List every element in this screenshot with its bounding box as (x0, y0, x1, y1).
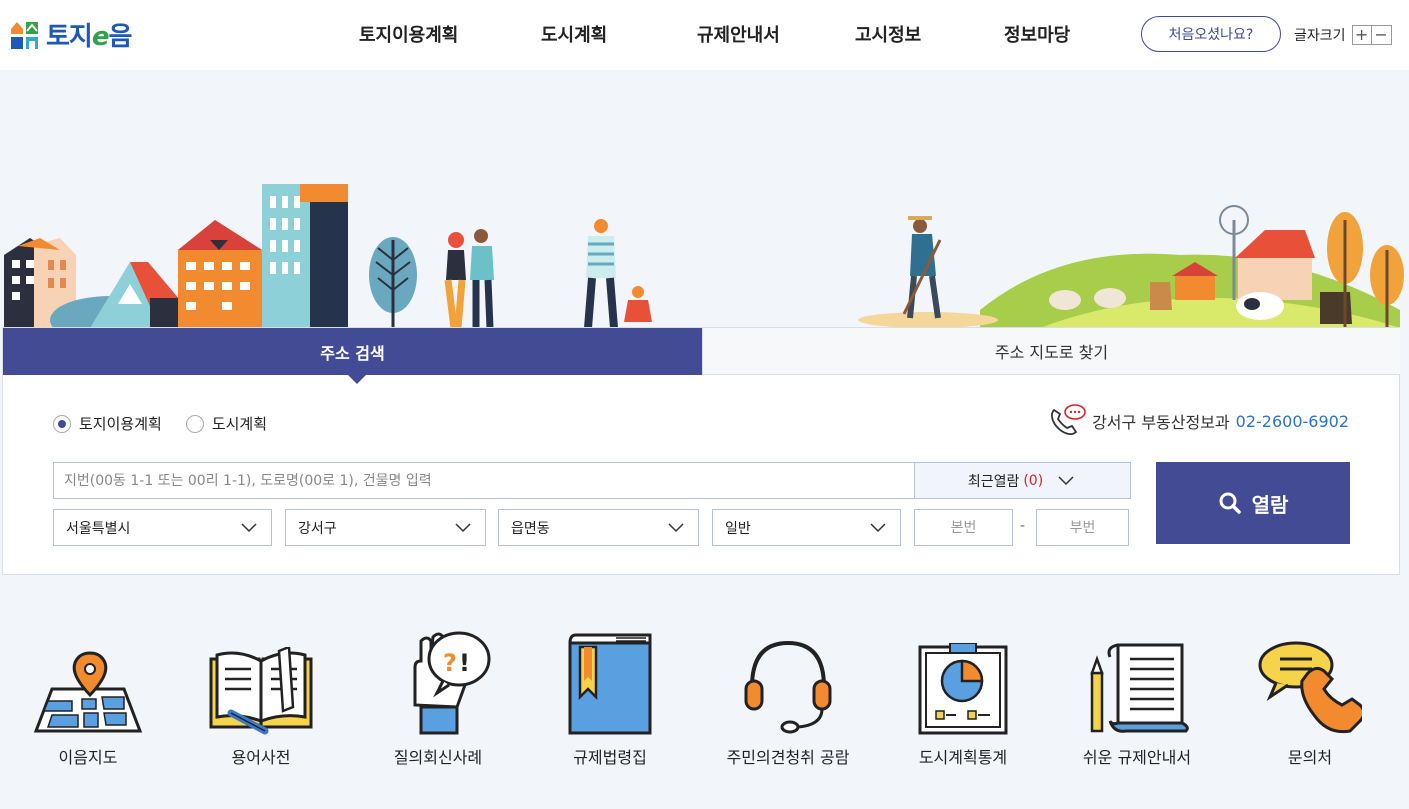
recent-views-count: (0) (1023, 472, 1044, 489)
phone-speech-icon (1258, 641, 1362, 734)
tab-address-search[interactable]: 주소 검색 (3, 328, 702, 375)
site-logo[interactable]: 토지e음 (10, 16, 132, 53)
quick-menu-label: 질의회신사례 (393, 748, 483, 767)
view-button[interactable]: 열람 (1156, 462, 1350, 544)
main-lot-number-input[interactable] (914, 509, 1013, 546)
document-scroll-icon (1090, 643, 1189, 733)
view-button-label: 열람 (1251, 492, 1289, 517)
svg-text:?: ? (443, 649, 457, 677)
phone-call-icon (1051, 404, 1086, 435)
quick-menu-label: 쉬운 규제안내서 (1082, 748, 1192, 767)
sigungu-select[interactable]: 강서구 (285, 509, 486, 546)
quick-menu-label: 이음지도 (58, 748, 118, 767)
chevron-down-icon (870, 522, 886, 532)
quick-menu-item-contact[interactable]: 문의처 (1235, 627, 1385, 768)
radio-urban-plan-label[interactable]: 도시계획 (212, 413, 267, 434)
quick-menu-item-urban-stats[interactable]: 도시계획통계 (888, 627, 1038, 768)
chevron-down-icon (241, 522, 257, 532)
dong-select[interactable]: 읍면동 (498, 509, 699, 546)
quick-menu-item-easy-guide[interactable]: 쉬운 규제안내서 (1062, 627, 1212, 768)
recent-views-label: 최근열람 (967, 473, 1020, 490)
headset-icon (744, 640, 832, 734)
tab-map-search[interactable]: 주소 지도로 찾기 (702, 328, 1400, 375)
search-icon (1219, 492, 1241, 514)
hero-illustration (0, 70, 1409, 328)
logo-text: 토지e음 (46, 22, 132, 52)
contact-office: 강서구 부동산정보과 (1092, 413, 1230, 432)
contact-info: 강서구 부동산정보과 02-2600-6902 (1048, 404, 1349, 438)
quick-menu-label: 도시계획통계 (918, 748, 1008, 767)
dictionary-book-icon (209, 647, 313, 735)
sigungu-select-value: 강서구 (298, 520, 337, 537)
quick-menu-label: 주민의견청취 공람 (726, 748, 850, 767)
quick-menu-label: 규제법령집 (573, 748, 647, 767)
svg-text:!: ! (459, 649, 470, 677)
quick-menu-item-glossary[interactable]: 용어사전 (186, 627, 336, 768)
radio-urban-plan[interactable] (185, 414, 204, 433)
font-size-decrease-button[interactable]: − (1371, 25, 1392, 45)
quick-menu-label: 문의처 (1287, 748, 1333, 767)
logo-mark-icon (11, 21, 38, 49)
radio-land-use-plan[interactable] (53, 414, 71, 433)
map-pin-icon (33, 651, 143, 733)
chevron-down-icon (1058, 475, 1074, 485)
lot-type-select-value: 일반 (725, 520, 751, 537)
search-panel: 주소 검색 주소 지도로 찾기 토지이용계획 도시계획 강서구 부동산정보과 0… (2, 327, 1400, 575)
font-size-label: 글자크기 (1294, 28, 1346, 44)
font-size-increase-button[interactable]: + (1351, 25, 1372, 45)
dong-select-value: 읍면동 (511, 520, 550, 537)
contact-phone[interactable]: 02-2600-6902 (1236, 412, 1349, 431)
gnb-regulation-guide[interactable]: 규제안내서 (697, 21, 780, 47)
chevron-down-icon (455, 522, 471, 532)
sido-select-value: 서울특별시 (66, 520, 131, 537)
quick-menu-label: 용어사전 (231, 748, 291, 767)
quick-menu-item-qa-cases[interactable]: ? ! 질의회신사례 (363, 627, 513, 768)
gnb-notice-info[interactable]: 고시정보 (855, 21, 921, 47)
gnb-info-plaza[interactable]: 정보마당 (1004, 21, 1070, 47)
lot-type-select[interactable]: 일반 (712, 509, 901, 546)
address-search-input[interactable] (53, 462, 915, 499)
quick-menu-item-law-collection[interactable]: 규제법령집 (535, 627, 685, 768)
font-size-control: 글자크기 + − (1294, 25, 1392, 45)
recent-views-dropdown[interactable]: 최근열람 (0) (914, 462, 1131, 499)
quick-menu: 이음지도 용어사전 ? ! 질의회신사례 규제법령집 주민의견청취 공람 도시계… (0, 575, 1409, 809)
quick-menu-item-public-hearing[interactable]: 주민의견청취 공람 (713, 627, 863, 768)
first-visit-button[interactable]: 처음오셨나요? (1141, 16, 1281, 52)
quick-menu-item-ieum-map[interactable]: 이음지도 (13, 627, 163, 768)
law-book-icon (568, 633, 652, 735)
chevron-down-icon (668, 522, 684, 532)
active-tab-pointer (348, 375, 366, 384)
gnb-land-use-plan[interactable]: 토지이용계획 (359, 21, 458, 47)
gnb-urban-plan[interactable]: 도시계획 (541, 21, 607, 47)
sub-lot-number-input[interactable] (1036, 509, 1129, 546)
hero-scene-image (4, 184, 1404, 328)
question-hand-icon: ? ! (413, 631, 491, 735)
radio-land-use-plan-label[interactable]: 토지이용계획 (79, 413, 162, 434)
plan-type-radio-group: 토지이용계획 도시계획 (53, 413, 283, 434)
sido-select[interactable]: 서울특별시 (53, 509, 272, 546)
pie-chart-board-icon (918, 643, 1008, 735)
top-header: 토지e음 토지이용계획 도시계획 규제안내서 고시정보 정보마당 처음오셨나요?… (0, 0, 1409, 70)
lot-number-separator: - (1020, 518, 1026, 534)
